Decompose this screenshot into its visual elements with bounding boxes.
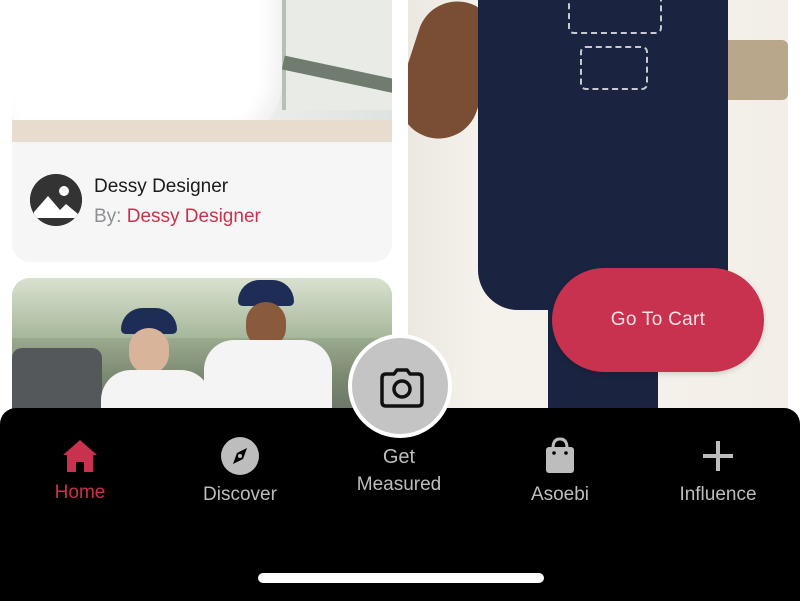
- tab-home-label: Home: [54, 482, 106, 503]
- tab-asoebi[interactable]: Asoebi: [490, 436, 630, 516]
- designer-name: Dessy Designer: [94, 176, 229, 197]
- product-card[interactable]: [12, 278, 392, 410]
- product-card[interactable]: Dessy Designer By: Dessy Designer: [12, 0, 392, 262]
- home-icon: [63, 440, 97, 472]
- tab-get-measured-label-line2: Measured: [356, 474, 442, 495]
- tab-discover-label: Discover: [203, 484, 277, 505]
- image-placeholder-icon: [30, 174, 82, 226]
- product-image[interactable]: [12, 0, 392, 142]
- designer-info[interactable]: Dessy Designer By: Dessy Designer: [30, 172, 380, 232]
- tab-home[interactable]: Home: [10, 436, 150, 516]
- camera-icon: [380, 368, 424, 408]
- tab-discover[interactable]: Discover: [170, 436, 310, 516]
- tab-influence[interactable]: Influence: [648, 436, 788, 516]
- tab-influence-label: Influence: [679, 484, 757, 505]
- plus-icon: [703, 441, 733, 471]
- camera-button[interactable]: [348, 334, 452, 438]
- designer-byline: By: Dessy Designer: [94, 206, 261, 228]
- go-to-cart-button[interactable]: Go To Cart: [552, 268, 764, 372]
- designer-avatar[interactable]: [30, 174, 82, 226]
- home-indicator[interactable]: [258, 573, 544, 583]
- tab-asoebi-label: Asoebi: [530, 484, 590, 505]
- tab-get-measured-label-line1: Get: [382, 446, 416, 468]
- shopping-bag-icon: [546, 437, 574, 473]
- byline-prefix: By:: [94, 206, 122, 227]
- designer-link[interactable]: Dessy Designer: [127, 206, 261, 227]
- tab-get-measured[interactable]: Get Measured: [329, 444, 469, 524]
- compass-icon: [221, 437, 259, 475]
